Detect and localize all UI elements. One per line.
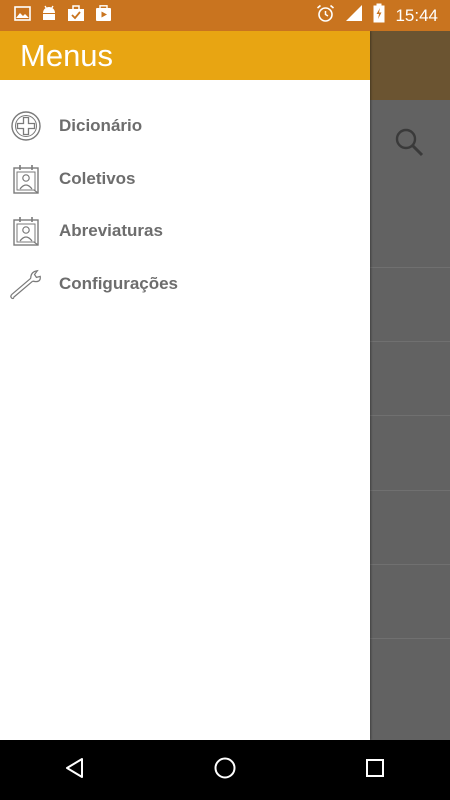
list-divider xyxy=(370,341,450,342)
battery-charging-icon xyxy=(373,3,385,28)
menu-item-dicionario[interactable]: Dicionário xyxy=(0,100,370,153)
alarm-icon xyxy=(316,4,335,28)
menu-item-label: Coletivos xyxy=(59,168,136,188)
navigation-bar xyxy=(0,740,450,800)
image-icon xyxy=(14,5,31,26)
list-divider xyxy=(370,638,450,639)
menu-item-configuracoes[interactable]: Configurações xyxy=(0,258,370,311)
status-time: 15:44 xyxy=(395,5,438,25)
menu-item-label: Abreviaturas xyxy=(59,221,163,241)
menu-item-abreviaturas[interactable]: Abreviaturas xyxy=(0,205,370,258)
back-button[interactable] xyxy=(45,740,105,800)
navigation-drawer: Menus Dicionário Coletivos Abreviaturas … xyxy=(0,31,370,740)
menu-item-label: Dicionário xyxy=(59,116,143,136)
menu-list: Dicionário Coletivos Abreviaturas Config… xyxy=(0,80,370,310)
briefcase-check-icon xyxy=(67,4,85,27)
list-divider xyxy=(370,415,450,416)
list-divider xyxy=(370,490,450,491)
home-button[interactable] xyxy=(195,740,255,800)
list-divider xyxy=(370,564,450,565)
calendar-person-icon xyxy=(8,161,44,197)
drawer-title: Menus xyxy=(20,37,114,73)
drawer-header: Menus xyxy=(0,31,370,80)
search-icon[interactable] xyxy=(393,126,425,163)
play-store-icon xyxy=(95,4,112,27)
back-icon xyxy=(63,756,87,785)
home-icon xyxy=(213,756,237,785)
recents-button[interactable] xyxy=(345,740,405,800)
wrench-icon xyxy=(8,266,44,302)
menu-item-label: Configurações xyxy=(59,273,179,293)
menu-item-coletivos[interactable]: Coletivos xyxy=(0,153,370,206)
calendar-person-icon xyxy=(8,213,44,249)
recents-icon xyxy=(364,757,386,784)
plus-circle-icon xyxy=(8,108,44,144)
status-bar: 15:44 xyxy=(0,0,450,31)
signal-icon xyxy=(345,4,363,27)
android-icon xyxy=(41,4,57,27)
list-divider xyxy=(370,267,450,268)
